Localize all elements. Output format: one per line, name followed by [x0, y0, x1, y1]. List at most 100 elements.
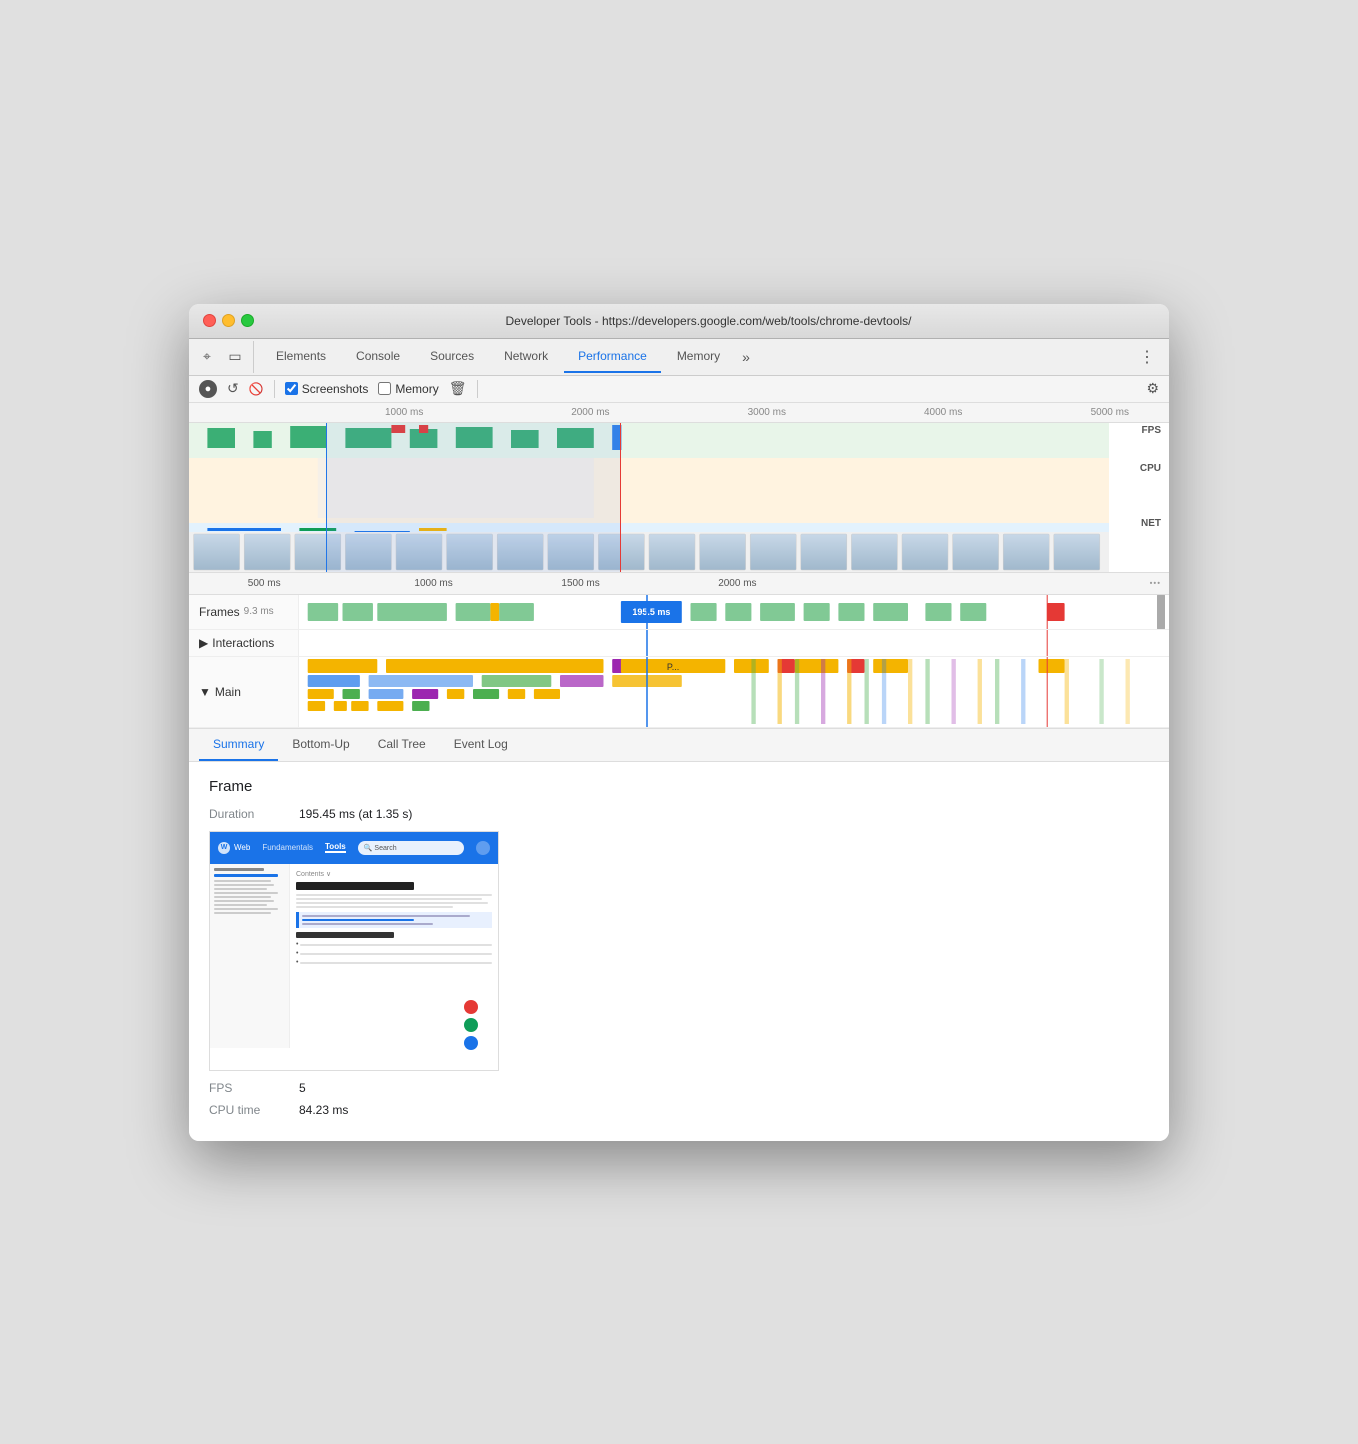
detail-tabs: Summary Bottom-Up Call Tree Event Log [189, 729, 1169, 762]
clear-button[interactable]: 🚫 [249, 382, 264, 396]
resize-indicator: ••• [1150, 579, 1161, 588]
cpu-time-value: 84.23 ms [299, 1103, 348, 1117]
traffic-lights [203, 314, 254, 327]
tab-network[interactable]: Network [490, 341, 562, 373]
tab-performance[interactable]: Performance [564, 341, 661, 373]
screenshots-label: Screenshots [302, 382, 369, 396]
tab-elements[interactable]: Elements [262, 341, 340, 373]
duration-value: 195.45 ms (at 1.35 s) [299, 807, 412, 821]
preview-breadcrumb-text: Contents ∨ [296, 870, 331, 878]
preview-header: W Web Fundamentals Tools 🔍 Search [210, 832, 498, 864]
cursor-icon[interactable]: ⌖ [197, 347, 217, 367]
main-content[interactable]: P... [299, 657, 1169, 727]
timeline-lanes: FPS CPU NET [189, 423, 1169, 572]
preview-p1 [296, 894, 492, 896]
preview-sidebar-item6 [214, 900, 274, 902]
maximize-button[interactable] [241, 314, 254, 327]
screenshots-checkbox-label[interactable]: Screenshots [285, 382, 369, 396]
cpu-time-key: CPU time [209, 1103, 299, 1117]
preview-sidebar-item1 [214, 880, 271, 882]
interactions-content[interactable] [299, 630, 1169, 656]
tab-console[interactable]: Console [342, 341, 414, 373]
device-icon[interactable]: ▭ [225, 347, 245, 367]
detail-panel: Frame Duration 195.45 ms (at 1.35 s) W W… [189, 762, 1169, 1141]
ruler-mark-1000: 1000 ms [385, 407, 423, 418]
preview-site: Web [234, 843, 250, 852]
preview-avatar [476, 841, 490, 855]
ruler-bottom-2000: 2000 ms [718, 578, 756, 589]
preview-tools-tab: Tools [325, 842, 346, 853]
reload-record-button[interactable]: ↺ [227, 380, 239, 397]
main-expand-icon[interactable]: ▼ [199, 685, 211, 699]
memory-label: Memory [395, 382, 438, 396]
tab-memory[interactable]: Memory [663, 341, 734, 373]
preview-list-item2 [300, 953, 492, 955]
preview-fab-green [464, 1018, 478, 1032]
preview-sidebar-item5 [214, 896, 271, 898]
minimize-button[interactable] [222, 314, 235, 327]
settings-button[interactable]: ⚙ [1146, 380, 1159, 397]
devtools-menu-button[interactable]: ⋮ [1133, 339, 1161, 375]
preview-sidebar [210, 864, 290, 1048]
toolbar-icons: ⌖ ▭ [197, 341, 254, 373]
preview-sidebar-item7 [214, 904, 267, 906]
preview-fundamentals: Fundamentals [262, 843, 313, 852]
tab-call-tree[interactable]: Call Tree [364, 729, 440, 761]
frames-section: Frames 9.3 ms 195.5 ms [189, 595, 1169, 630]
preview-list-item3 [300, 962, 492, 964]
tab-event-log[interactable]: Event Log [440, 729, 522, 761]
tab-sources[interactable]: Sources [416, 341, 488, 373]
ruler-bottom-1500: 1500 ms [561, 578, 599, 589]
more-tabs-button[interactable]: » [736, 341, 756, 373]
record-button[interactable]: ● [199, 380, 217, 398]
cpu-area [189, 458, 1109, 523]
tab-bottom-up[interactable]: Bottom-Up [278, 729, 363, 761]
trash-button[interactable]: 🗑 [449, 380, 467, 397]
preview-list1: • [296, 941, 492, 948]
perf-toolbar: ● ↺ 🚫 Screenshots Memory 🗑 ⚙ [189, 376, 1169, 403]
preview-breadcrumb: Contents ∨ [296, 870, 492, 878]
svg-text:P...: P... [667, 662, 679, 672]
devtools-tabs: ⌖ ▭ Elements Console Sources Network Per… [189, 339, 1169, 376]
frames-title: Frames [199, 605, 240, 619]
frames-value: 9.3 ms [244, 606, 274, 617]
preview-body: Contents ∨ [210, 864, 498, 1048]
title-bar: Developer Tools - https://developers.goo… [189, 304, 1169, 339]
main-label[interactable]: ▼ Main [189, 657, 299, 727]
fps-label: FPS [1142, 425, 1161, 436]
interactions-title: Interactions [212, 636, 274, 650]
preview-sidebar-item3 [214, 888, 267, 890]
close-button[interactable] [203, 314, 216, 327]
preview-fabs [464, 1000, 478, 1048]
interactions-expand-icon[interactable]: ▶ [199, 636, 208, 650]
cpu-label: CPU [1140, 463, 1161, 474]
screenshots-checkbox[interactable] [285, 382, 298, 395]
main-title: Main [215, 685, 241, 699]
scroll-handle[interactable] [1157, 595, 1165, 629]
preview-sidebar-item8 [214, 908, 278, 910]
detail-title: Frame [209, 778, 1149, 795]
preview-list2: • [296, 950, 492, 957]
interactions-label[interactable]: ▶ Interactions [189, 630, 299, 656]
tab-summary[interactable]: Summary [199, 729, 278, 761]
window-title: Developer Tools - https://developers.goo… [262, 314, 1155, 328]
timeline-overview[interactable]: 1000 ms 2000 ms 3000 ms 4000 ms 5000 ms [189, 403, 1169, 573]
memory-checkbox[interactable] [378, 382, 391, 395]
interactions-row [299, 630, 1169, 656]
frames-label: Frames 9.3 ms [189, 595, 299, 629]
memory-checkbox-label[interactable]: Memory [378, 382, 438, 396]
ruler-mark-4000: 4000 ms [924, 407, 962, 418]
preview-h2 [296, 932, 394, 938]
preview-list-item1 [300, 944, 492, 946]
divider [274, 380, 275, 398]
timeline-ruler: 1000 ms 2000 ms 3000 ms 4000 ms 5000 ms [189, 403, 1169, 423]
preview-logo: W [218, 842, 230, 854]
frames-content[interactable]: 195.5 ms [299, 595, 1169, 629]
preview-p4 [296, 906, 453, 908]
bottom-ruler: 500 ms 1000 ms 1500 ms 2000 ms ••• [189, 573, 1169, 595]
preview-sidebar-item9 [214, 912, 271, 914]
preview-sidebar-item4 [214, 892, 278, 894]
main-row: P... [299, 657, 1169, 727]
ruler-mark-3000: 3000 ms [748, 407, 786, 418]
ruler-mark-2000: 2000 ms [571, 407, 609, 418]
